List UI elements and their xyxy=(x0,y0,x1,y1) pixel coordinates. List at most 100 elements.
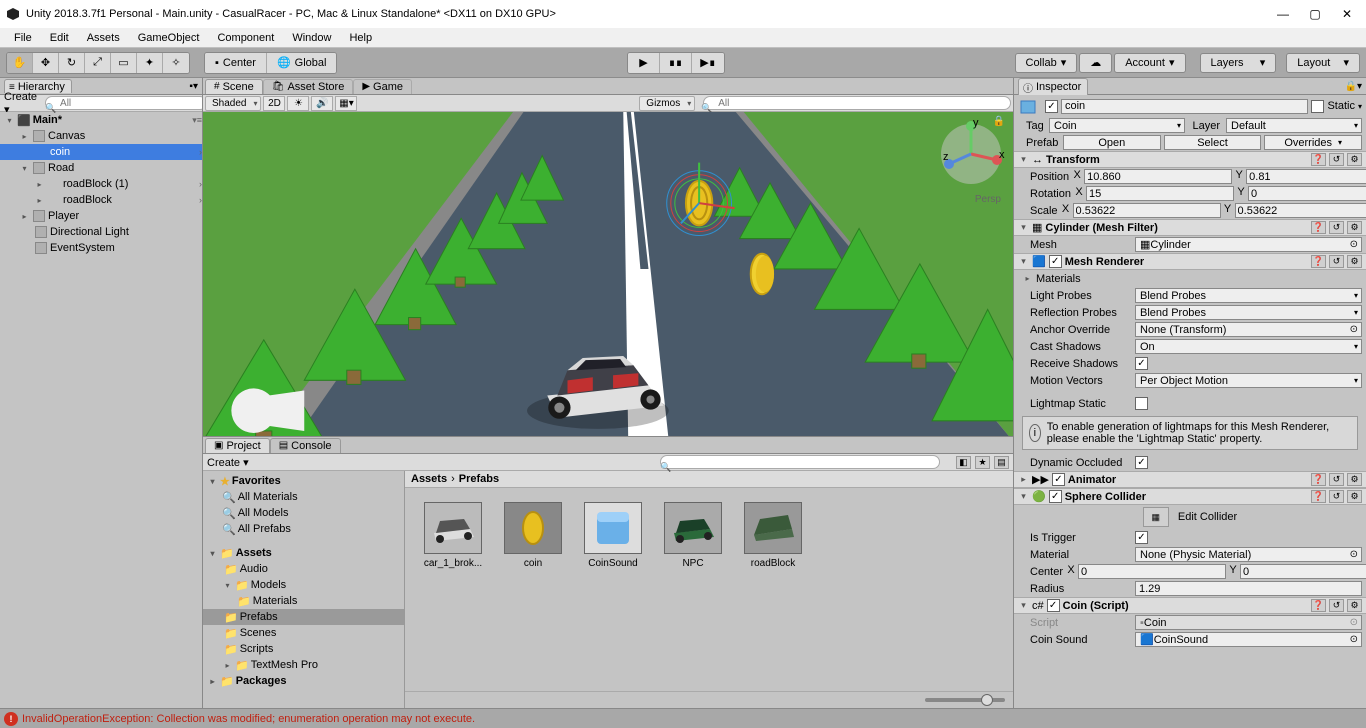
light-probes-dropdown[interactable]: Blend Probes xyxy=(1135,288,1362,303)
center-x[interactable] xyxy=(1078,564,1226,579)
dynamic-occluded-checkbox[interactable]: ✓ xyxy=(1135,456,1148,469)
hierarchy-item[interactable]: EventSystem xyxy=(0,240,202,256)
project-tree[interactable]: ▾★Favorites 🔍All Materials 🔍All Models 🔍… xyxy=(203,471,404,708)
scene-search[interactable] xyxy=(703,96,1011,110)
console-tab[interactable]: ▤ Console xyxy=(270,438,341,453)
save-icon[interactable]: ★ xyxy=(975,456,990,469)
coin-sound-field[interactable]: 🟦CoinSound xyxy=(1135,632,1362,647)
collab-dropdown[interactable]: Collab ▾ xyxy=(1015,53,1078,73)
scl-x[interactable] xyxy=(1073,203,1221,218)
hierarchy-item[interactable]: ▸roadBlock› xyxy=(0,192,202,208)
edit-collider-button[interactable]: ▦ xyxy=(1143,507,1169,527)
prefab-overrides-button[interactable]: Overrides ▾ xyxy=(1264,135,1362,150)
account-dropdown[interactable]: Account ▾ xyxy=(1114,53,1185,73)
meshrenderer-header[interactable]: ▾🟦✓Mesh Renderer❓↺⚙ xyxy=(1014,253,1366,270)
refl-probes-dropdown[interactable]: Blend Probes xyxy=(1135,305,1362,320)
transform-tool[interactable]: ✦ xyxy=(137,53,163,73)
asset-store-tab[interactable]: 🛍 Asset Store xyxy=(263,79,354,94)
shading-mode-dropdown[interactable]: Shaded xyxy=(205,96,261,111)
fx-toggle[interactable]: ▦▾ xyxy=(335,96,357,111)
lighting-toggle[interactable]: ☀ xyxy=(287,96,309,111)
pos-y[interactable] xyxy=(1246,169,1366,184)
cloud-button[interactable]: ☁ xyxy=(1079,53,1112,73)
step-button[interactable]: ▶∎ xyxy=(692,53,724,73)
filter-icon[interactable]: ◧ xyxy=(956,456,971,469)
rot-x[interactable] xyxy=(1086,186,1234,201)
scene-gizmo[interactable]: yxz 🔒 xyxy=(935,118,1007,190)
meshfilter-header[interactable]: ▾▦Cylinder (Mesh Filter)❓↺⚙ xyxy=(1014,219,1366,236)
animator-header[interactable]: ▸▶▶✓Animator❓↺⚙ xyxy=(1014,471,1366,488)
gizmos-dropdown[interactable]: Gizmos xyxy=(639,96,695,111)
prefab-select-button[interactable]: Select xyxy=(1164,135,1262,150)
menu-window[interactable]: Window xyxy=(284,30,339,46)
menu-file[interactable]: File xyxy=(6,30,40,46)
layers-dropdown[interactable]: Layers ▾ xyxy=(1200,53,1277,73)
scene-row[interactable]: ▾ ⬛ Main* ▾≡ xyxy=(0,112,202,128)
mesh-field[interactable]: ▦Cylinder xyxy=(1135,237,1362,252)
thumbnail-size-slider[interactable] xyxy=(925,698,1005,702)
gear-icon[interactable]: ⚙ xyxy=(1347,153,1362,166)
project-tab[interactable]: ▣ Project xyxy=(205,438,270,453)
coin-script-header[interactable]: ▾c#✓Coin (Script)❓↺⚙ xyxy=(1014,597,1366,614)
motion-vectors-dropdown[interactable]: Per Object Motion xyxy=(1135,373,1362,388)
scene-tab[interactable]: # Scene xyxy=(205,79,263,94)
hierarchy-item[interactable]: ▸Canvas xyxy=(0,128,202,144)
object-name-input[interactable] xyxy=(1061,99,1308,114)
layout-dropdown[interactable]: Layout ▾ xyxy=(1286,53,1360,73)
pos-x[interactable] xyxy=(1084,169,1232,184)
static-checkbox[interactable] xyxy=(1311,100,1324,113)
hierarchy-item[interactable]: ▸Player xyxy=(0,208,202,224)
panel-menu-icon[interactable]: ▪▾ xyxy=(189,81,198,92)
scene-view[interactable]: yxz 🔒 Persp xyxy=(203,112,1013,436)
hidden-icon[interactable]: ▤ xyxy=(994,456,1009,469)
pivot-center-toggle[interactable]: ▪ Center xyxy=(205,53,266,73)
asset-coinsound[interactable]: CoinSound xyxy=(579,502,647,569)
breadcrumb[interactable]: Assets › Prefabs xyxy=(405,471,1013,488)
hand-tool[interactable]: ✋ xyxy=(7,53,33,73)
asset-roadblock[interactable]: roadBlock xyxy=(739,502,807,569)
pause-button[interactable]: ∎∎ xyxy=(660,53,692,73)
tag-dropdown[interactable]: Coin xyxy=(1049,118,1185,133)
play-button[interactable]: ▶ xyxy=(628,53,660,73)
local-global-toggle[interactable]: 🌐 Global xyxy=(266,53,337,73)
scale-tool[interactable]: ⤢ xyxy=(85,53,111,73)
game-tab[interactable]: ▶ Game xyxy=(353,79,412,94)
prefab-open-button[interactable]: Open xyxy=(1063,135,1161,150)
anchor-field[interactable]: None (Transform) xyxy=(1135,322,1362,337)
rect-tool[interactable]: ▭ xyxy=(111,53,137,73)
transform-header[interactable]: ▾↔Transform❓↺⚙ xyxy=(1014,151,1366,168)
enabled-checkbox[interactable]: ✓ xyxy=(1045,100,1058,113)
audio-toggle[interactable]: 🔊 xyxy=(311,96,333,111)
reset-icon[interactable]: ↺ xyxy=(1329,153,1344,166)
cast-shadows-dropdown[interactable]: On xyxy=(1135,339,1362,354)
asset-car[interactable]: car_1_brok... xyxy=(419,502,487,569)
close-button[interactable]: ✕ xyxy=(1340,7,1354,21)
asset-npc[interactable]: NPC xyxy=(659,502,727,569)
minimize-button[interactable]: — xyxy=(1276,7,1290,21)
rotate-tool[interactable]: ↻ xyxy=(59,53,85,73)
help-icon[interactable]: ❓ xyxy=(1311,153,1326,166)
inspector-lock-icon[interactable]: 🔒▾ xyxy=(1345,81,1362,92)
radius-input[interactable] xyxy=(1135,581,1362,596)
custom-tool[interactable]: ✧ xyxy=(163,53,189,73)
lightmap-static-checkbox[interactable] xyxy=(1135,397,1148,410)
project-search[interactable] xyxy=(660,455,940,469)
asset-coin[interactable]: coin xyxy=(499,502,567,569)
menu-assets[interactable]: Assets xyxy=(79,30,128,46)
menu-edit[interactable]: Edit xyxy=(42,30,77,46)
move-tool[interactable]: ✥ xyxy=(33,53,59,73)
menu-gameobject[interactable]: GameObject xyxy=(130,30,208,46)
lock-icon[interactable]: 🔒 xyxy=(993,116,1005,127)
hierarchy-tree[interactable]: ▾ ⬛ Main* ▾≡ ▸Canvascoin›▾Road▸roadBlock… xyxy=(0,112,202,708)
menu-help[interactable]: Help xyxy=(341,30,380,46)
2d-toggle[interactable]: 2D xyxy=(263,96,285,111)
persp-label[interactable]: Persp xyxy=(975,194,1001,205)
center-y[interactable] xyxy=(1240,564,1366,579)
physic-material-field[interactable]: None (Physic Material) xyxy=(1135,547,1362,562)
hierarchy-item[interactable]: Directional Light xyxy=(0,224,202,240)
inspector-tab[interactable]: ⓘ Inspector xyxy=(1018,78,1088,95)
hierarchy-item[interactable]: ▸roadBlock (1)› xyxy=(0,176,202,192)
statusbar[interactable]: ! InvalidOperationException: Collection … xyxy=(0,708,1366,728)
hierarchy-item[interactable]: coin› xyxy=(0,144,202,160)
asset-grid[interactable]: car_1_brok... coin CoinSound NPC roadBlo… xyxy=(405,488,1013,691)
